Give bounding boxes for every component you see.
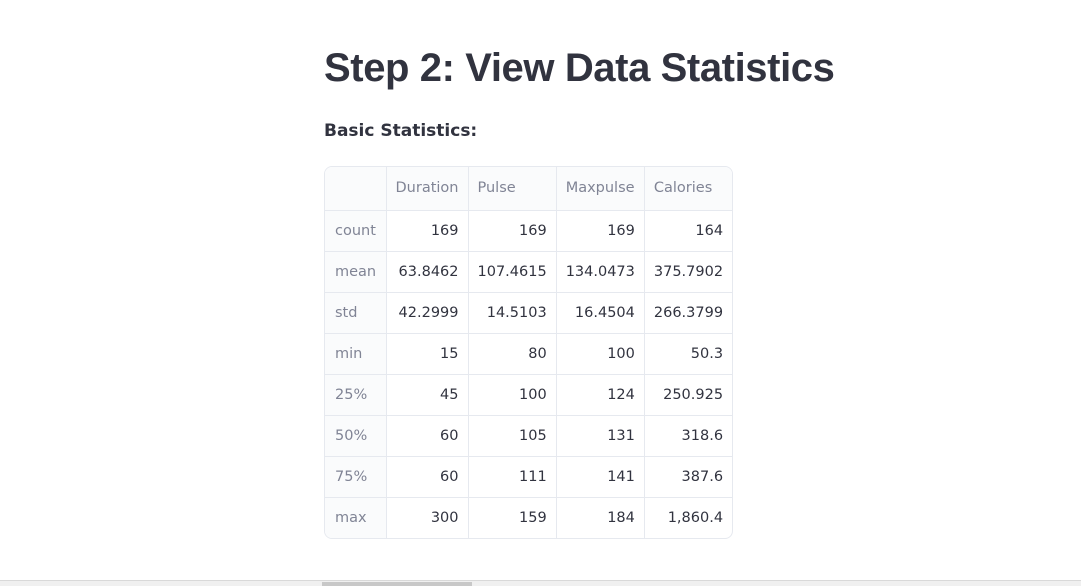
table-cell[interactable]: 159 [468,497,557,538]
table-cell[interactable]: 14.5103 [468,292,557,334]
table-cell[interactable]: 15 [386,333,469,375]
table-cell[interactable]: 16.4504 [556,292,645,334]
table-row: min 15 80 100 50.3 [325,333,733,375]
table-cell[interactable]: 50.3 [644,333,733,375]
table-cell[interactable]: 164 [644,210,733,252]
table-cell[interactable]: 100 [468,374,557,416]
row-header: 75% [325,456,387,498]
table-cell[interactable]: 169 [556,210,645,252]
row-header: 25% [325,374,387,416]
table-row: mean 63.8462 107.4615 134.0473 375.7902 [325,251,733,293]
scrollbar-thumb[interactable] [322,582,472,586]
column-header-maxpulse[interactable]: Maxpulse [556,167,645,211]
table-cell[interactable]: 184 [556,497,645,538]
table-cell[interactable]: 80 [468,333,557,375]
section-subheading: Basic Statistics: [324,121,478,141]
table-row: 75% 60 111 141 387.6 [325,456,733,498]
table-row: 25% 45 100 124 250.925 [325,374,733,416]
column-header-duration[interactable]: Duration [386,167,469,211]
table-cell[interactable]: 45 [386,374,469,416]
table-cell[interactable]: 42.2999 [386,292,469,334]
table-cell[interactable]: 250.925 [644,374,733,416]
column-header-pulse[interactable]: Pulse [468,167,557,211]
table-cell[interactable]: 111 [468,456,557,498]
table-row: count 169 169 169 164 [325,210,733,252]
table-cell[interactable]: 105 [468,415,557,457]
table-cell[interactable]: 375.7902 [644,251,733,293]
table-cell[interactable]: 100 [556,333,645,375]
table-cell[interactable]: 134.0473 [556,251,645,293]
column-header-calories[interactable]: Calories [644,167,733,211]
table-cell[interactable]: 60 [386,415,469,457]
row-header: std [325,292,387,334]
table-cell[interactable]: 60 [386,456,469,498]
table-cell[interactable]: 107.4615 [468,251,557,293]
index-column-header[interactable] [325,167,387,211]
row-header: mean [325,251,387,293]
table-cell[interactable]: 318.6 [644,415,733,457]
row-header: 50% [325,415,387,457]
table-cell[interactable]: 169 [468,210,557,252]
table-cell[interactable]: 131 [556,415,645,457]
horizontal-scrollbar[interactable] [0,580,1081,586]
table-cell[interactable]: 1,860.4 [644,497,732,538]
statistics-table[interactable]: Duration Pulse Maxpulse Calories count 1… [324,166,734,539]
page-title: Step 2: View Data Statistics [324,46,835,90]
table-cell[interactable]: 266.3799 [644,292,733,334]
table-cell[interactable]: 169 [386,210,469,252]
table-cell[interactable]: 387.6 [644,456,733,498]
row-header: count [325,210,387,252]
table-cell[interactable]: 141 [556,456,645,498]
page: Step 2: View Data Statistics Basic Stati… [0,0,1081,586]
table-row: max 300 159 184 1,860.4 [325,497,732,538]
table-header-row: Duration Pulse Maxpulse Calories [325,167,733,211]
table-cell[interactable]: 300 [386,497,469,538]
table-row: 50% 60 105 131 318.6 [325,415,733,457]
table-row: std 42.2999 14.5103 16.4504 266.3799 [325,292,733,334]
row-header: max [325,497,387,538]
row-header: min [325,333,387,375]
table-cell[interactable]: 124 [556,374,645,416]
table-cell[interactable]: 63.8462 [386,251,469,293]
statistics-grid: Duration Pulse Maxpulse Calories count 1… [325,167,733,538]
